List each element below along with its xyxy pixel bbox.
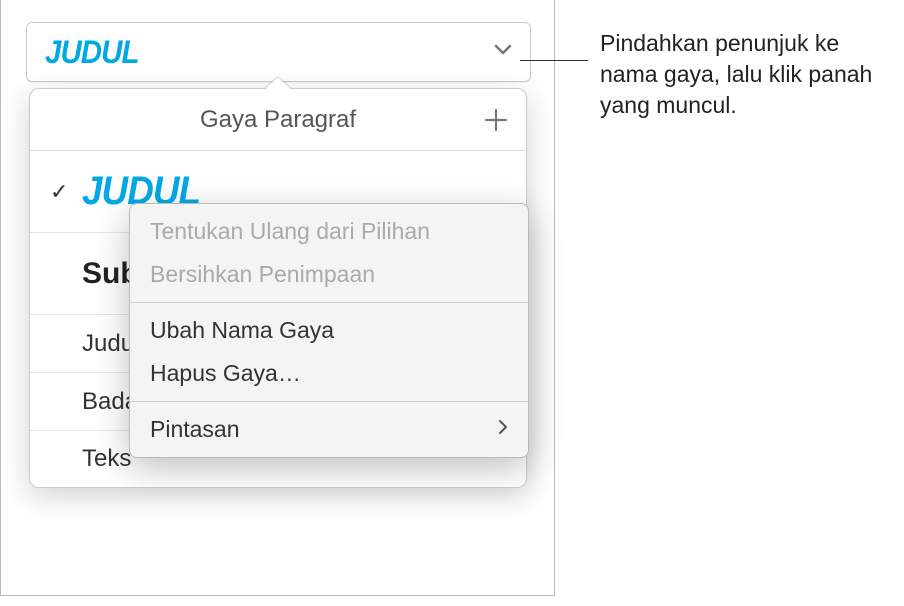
- menu-label: Hapus Gaya…: [150, 360, 301, 387]
- menu-delete[interactable]: Hapus Gaya…: [130, 352, 528, 395]
- popover-title: Gaya Paragraf: [200, 106, 356, 134]
- current-style-label: JUDUL: [45, 34, 139, 71]
- checkmark-icon: ✓: [50, 179, 70, 205]
- menu-label: Bersihkan Penimpaan: [150, 261, 375, 288]
- paragraph-style-selector[interactable]: JUDUL: [26, 22, 531, 82]
- menu-label: Tentukan Ulang dari Pilihan: [150, 218, 430, 245]
- menu-divider: [130, 401, 528, 402]
- chevron-down-icon: [494, 43, 512, 61]
- add-style-button[interactable]: [482, 106, 510, 134]
- menu-shortcut[interactable]: Pintasan: [130, 408, 528, 451]
- menu-label: Ubah Nama Gaya: [150, 317, 334, 344]
- plus-icon: [482, 106, 510, 134]
- popover-header: Gaya Paragraf: [30, 89, 526, 151]
- menu-rename[interactable]: Ubah Nama Gaya: [130, 309, 528, 352]
- menu-clear-override: Bersihkan Penimpaan: [130, 253, 528, 296]
- inspector-panel: JUDUL Gaya Paragraf ✓ JUDUL Subjudul: [0, 0, 555, 596]
- chevron-right-icon: [498, 419, 508, 440]
- menu-label: Pintasan: [150, 416, 240, 443]
- callout-text: Pindahkan penunjuk ke nama gaya, lalu kl…: [600, 28, 890, 121]
- callout-leader-line: [520, 60, 588, 61]
- menu-divider: [130, 302, 528, 303]
- menu-redefine: Tentukan Ulang dari Pilihan: [130, 210, 528, 253]
- style-context-menu: Tentukan Ulang dari Pilihan Bersihkan Pe…: [129, 203, 529, 458]
- style-label: Teks: [82, 445, 131, 473]
